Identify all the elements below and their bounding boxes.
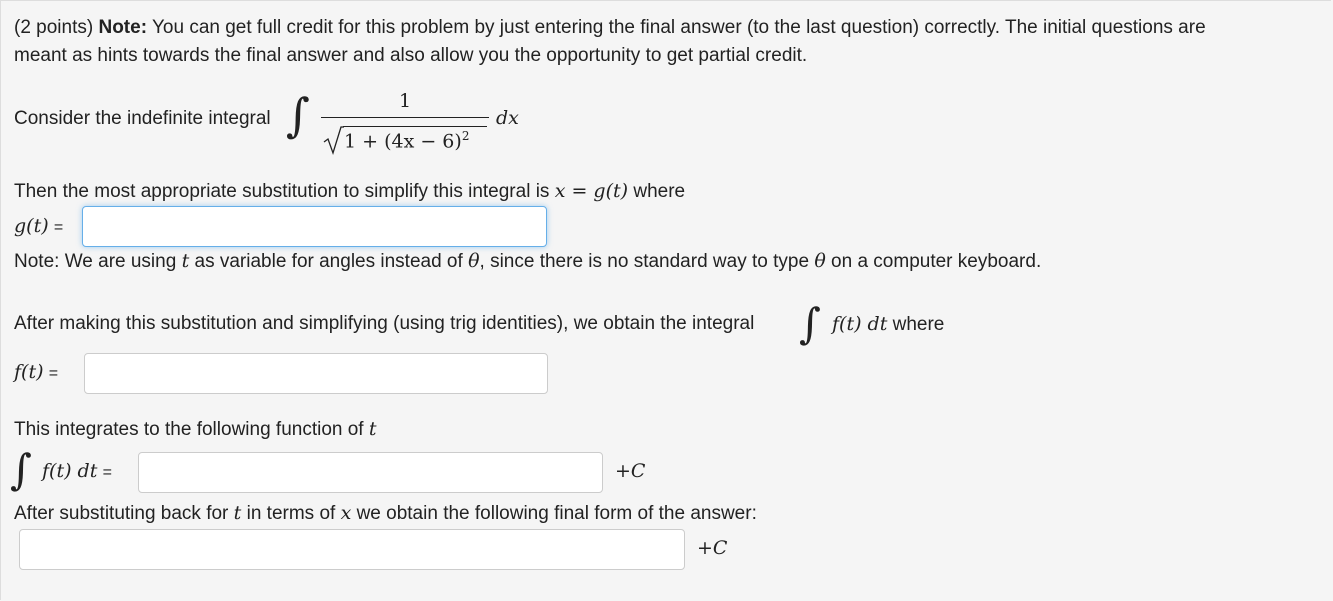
after-sub-where: where [892, 314, 945, 335]
radical-bar [343, 126, 487, 127]
final-text-1: After substituting back for [14, 503, 229, 524]
integrates-label-text: f(t) dt [42, 460, 98, 482]
integrates-label: f(t) dt = [42, 460, 112, 483]
angle-note-4: on a computer keyboard. [831, 251, 1042, 272]
angle-note-t: t [181, 250, 190, 272]
note-label: Note: [98, 17, 148, 38]
plus-c-1: +C [615, 460, 646, 482]
angle-note-2: as variable for angles instead of [194, 251, 463, 272]
after-sub-integrand: f(t) dt [832, 313, 888, 335]
final-x: x [340, 502, 352, 524]
g-equals: = [53, 219, 64, 236]
angle-note-theta-2: θ [814, 250, 826, 272]
f-label-text: f(t) [14, 361, 44, 383]
angle-note-theta-1: θ [468, 250, 480, 272]
final-t: t [233, 502, 242, 524]
g-input[interactable] [82, 206, 547, 247]
antiderivative-input[interactable] [138, 452, 603, 493]
radicand-exponent: 2 [461, 129, 470, 143]
angle-note: Note: We are using t as variable for ang… [14, 250, 1041, 273]
substitution-where: where [633, 181, 686, 202]
intro-line-2: meant as hints towards the final answer … [14, 45, 808, 66]
g-label: g(t) = [14, 215, 63, 238]
integrates-t: t [368, 418, 377, 440]
points-label: (2 points) [14, 17, 94, 38]
substitution-equation: x = g(t) [554, 180, 629, 202]
angle-note-3: , since there is no standard way to type [479, 251, 810, 272]
f-label: f(t) = [14, 361, 58, 384]
after-sub-integrand-line: f(t) dt where [832, 313, 944, 336]
integral-sign-icon: ∫ [286, 88, 310, 142]
integrates-line: This integrates to the following functio… [14, 418, 377, 441]
f-input[interactable] [84, 353, 548, 394]
intro-text: You can get full credit for this problem… [151, 17, 1206, 38]
integral-numerator: 1 [399, 90, 412, 112]
final-text-3: we obtain the following final form of th… [356, 503, 757, 524]
g-label-text: g(t) [14, 215, 49, 237]
integral-prefix: Consider the indefinite integral [14, 108, 271, 129]
sqrt-icon [323, 126, 344, 156]
integral-sign-icon: ∫ [799, 299, 821, 348]
integral-radicand: 1 + (4x − 6)2 [344, 129, 469, 152]
after-sub-text: After making this substitution and simpl… [14, 313, 755, 334]
intro-line-1: (2 points) Note: You can get full credit… [14, 17, 1206, 39]
integrates-text: This integrates to the following functio… [14, 419, 364, 440]
final-line: After substituting back for t in terms o… [14, 502, 757, 525]
plus-c-2: +C [697, 537, 728, 559]
substitution-line: Then the most appropriate substitution t… [14, 180, 685, 203]
fraction-bar [321, 117, 489, 118]
substitution-text: Then the most appropriate substitution t… [14, 181, 550, 202]
angle-note-1: Note: We are using [14, 251, 177, 272]
final-answer-input[interactable] [19, 529, 685, 570]
integrates-equals: = [102, 464, 112, 481]
f-equals: = [48, 365, 59, 382]
integral-dx: dx [496, 107, 519, 129]
integral-sign-icon: ∫ [10, 445, 32, 494]
final-text-2: in terms of [246, 503, 336, 524]
radicand-text: 1 + (4x − 6) [344, 130, 462, 153]
